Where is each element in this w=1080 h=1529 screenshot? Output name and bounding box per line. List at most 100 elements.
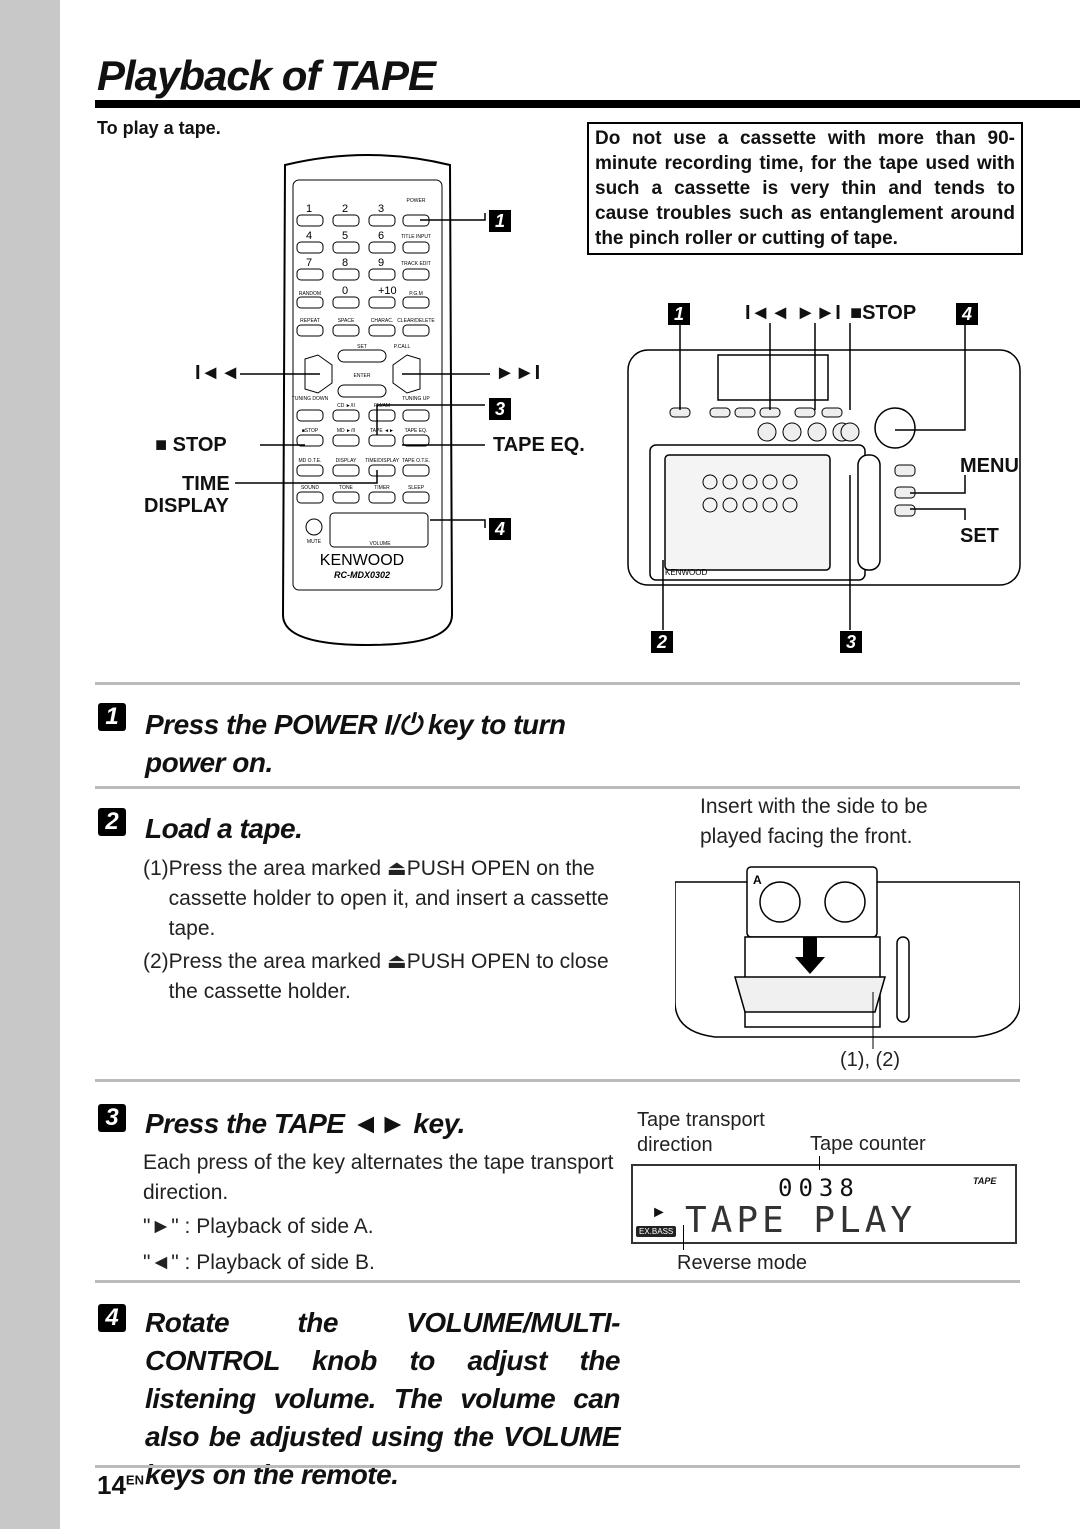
remote-key-label: CHARAC. (371, 318, 394, 324)
divider (95, 786, 1020, 789)
unit-button (734, 407, 756, 418)
divider (95, 1280, 1020, 1283)
label-tape-counter: Tape counter (810, 1133, 926, 1155)
step-2-title: Load a tape. (145, 813, 303, 844)
remote-key-label: VOLUME (369, 541, 391, 547)
unit-button (821, 407, 843, 418)
side-a-line: "►" : Playback of side A. (143, 1215, 374, 1238)
step-2-number: 2 (98, 808, 126, 836)
item-number: (1) (143, 857, 169, 880)
remote-button (368, 409, 396, 422)
remote-key-label: TAPE O.T.E. (402, 458, 430, 464)
remote-key-label: TUNING DOWN (292, 396, 329, 402)
remote-digit-label: 5 (342, 230, 348, 242)
tape-counter: 0038 (778, 1174, 860, 1202)
remote-key-label: MUTE (307, 539, 322, 545)
label-tape-eq: TAPE EQ. (493, 434, 585, 456)
step-3-title: Press the TAPE ◄► key. (145, 1108, 465, 1139)
remote-set-button (337, 349, 387, 363)
label-time: TIME (182, 473, 230, 495)
side-b-line: "◄" : Playback of side B. (143, 1251, 375, 1274)
unit-round-button (757, 422, 777, 442)
remote-key-label: TIME/DISPLAY (365, 458, 400, 464)
label-stop: ■ STOP (155, 434, 227, 456)
subtitle: To play a tape. (97, 118, 221, 138)
remote-button (332, 434, 360, 447)
divider (95, 1079, 1020, 1082)
unit-label-stop: ■STOP (850, 302, 917, 324)
unit-round-button (807, 422, 827, 442)
remote-brand: KENWOOD (320, 552, 404, 569)
callout-3: 3 (489, 398, 511, 420)
item-text: Press the area marked ⏏PUSH OPEN on the … (168, 857, 609, 940)
remote-key-label: CLEAR/DELETE (397, 318, 435, 324)
unit-side-button (894, 504, 916, 517)
remote-key-label: SET (357, 344, 367, 350)
callout-4: 4 (489, 518, 511, 540)
remote-button (296, 409, 324, 422)
remote-key-label: POWER (407, 198, 426, 204)
remote-key-label: SPACE (338, 318, 355, 324)
insert-caption: Insert with the side to be played facing… (700, 795, 928, 848)
remote-key-label: DISPLAY (336, 458, 357, 464)
unit-label-skip: I◄◄ ►►I (745, 302, 841, 324)
remote-button (332, 491, 360, 504)
remote-button (296, 491, 324, 504)
unit-callout-3: 3 (840, 631, 862, 653)
remote-key-label: TAPE ◄► (370, 428, 394, 434)
remote-key-label: SOUND (301, 485, 319, 491)
unit-button (709, 407, 731, 418)
remote-digit-label: 7 (306, 257, 312, 269)
remote-button (402, 409, 430, 422)
remote-button (402, 491, 430, 504)
remote-key-label: TAPE EQ. (405, 428, 428, 434)
unit-round-button (782, 422, 802, 442)
remote-key-label: MD O.T.E. (298, 458, 321, 464)
remote-button (296, 268, 324, 281)
step-1-number: 1 (98, 703, 126, 731)
tape-badge: TAPE (973, 1176, 997, 1186)
unit-round-button (840, 422, 860, 442)
leader-line (683, 1225, 684, 1250)
side-strip (0, 0, 60, 1529)
remote-button (296, 296, 324, 309)
remote-button (296, 324, 324, 337)
lcd-text: TAPE PLAY (685, 1200, 917, 1241)
remote-digit-label: 3 (378, 203, 384, 215)
page-title: Playback of TAPE (97, 52, 436, 99)
remote-key-label: TONE (339, 485, 353, 491)
item-number: (2) (143, 950, 169, 973)
label-display: DISPLAY (144, 495, 229, 517)
remote-button (332, 464, 360, 477)
remote-digit-label: 6 (378, 230, 384, 242)
unit-callout-2: 2 (651, 631, 673, 653)
warning-box: Do not use a cassette with more than 90-… (587, 122, 1023, 255)
remote-button (332, 409, 360, 422)
remote-key-label: MD ►/II (337, 428, 355, 434)
callout-1: 1 (489, 210, 511, 232)
remote-button (332, 324, 360, 337)
remote-key-label: TIMER (374, 485, 390, 491)
remote-button (332, 268, 360, 281)
cassette-loading-illustration: A (675, 866, 1020, 1049)
remote-button (332, 214, 360, 227)
play-direction-icon: ► (651, 1204, 667, 1221)
manual-page: Playback of TAPE To play a tape. Do not … (0, 0, 1080, 1529)
remote-button (368, 268, 396, 281)
remote-button (402, 241, 430, 254)
remote-key-label: P.CALL (394, 344, 411, 350)
divider (95, 682, 1020, 685)
remote-digit-label: 2 (342, 203, 348, 215)
remote-button (402, 268, 430, 281)
remote-key-label: ■STOP (302, 428, 319, 434)
remote-mute-button (305, 518, 323, 536)
remote-digit-label: 0 (342, 285, 348, 297)
remote-button (296, 214, 324, 227)
unit-button (794, 407, 816, 418)
remote-button (296, 241, 324, 254)
remote-button (402, 296, 430, 309)
unit-label-set: SET (960, 525, 999, 547)
step-3-number: 3 (98, 1104, 126, 1132)
step-2-item: (2) Press the area marked ⏏PUSH OPEN to c… (143, 947, 623, 1007)
step-1-title: Press the POWER I/⏻ key to turn power on… (145, 709, 566, 778)
